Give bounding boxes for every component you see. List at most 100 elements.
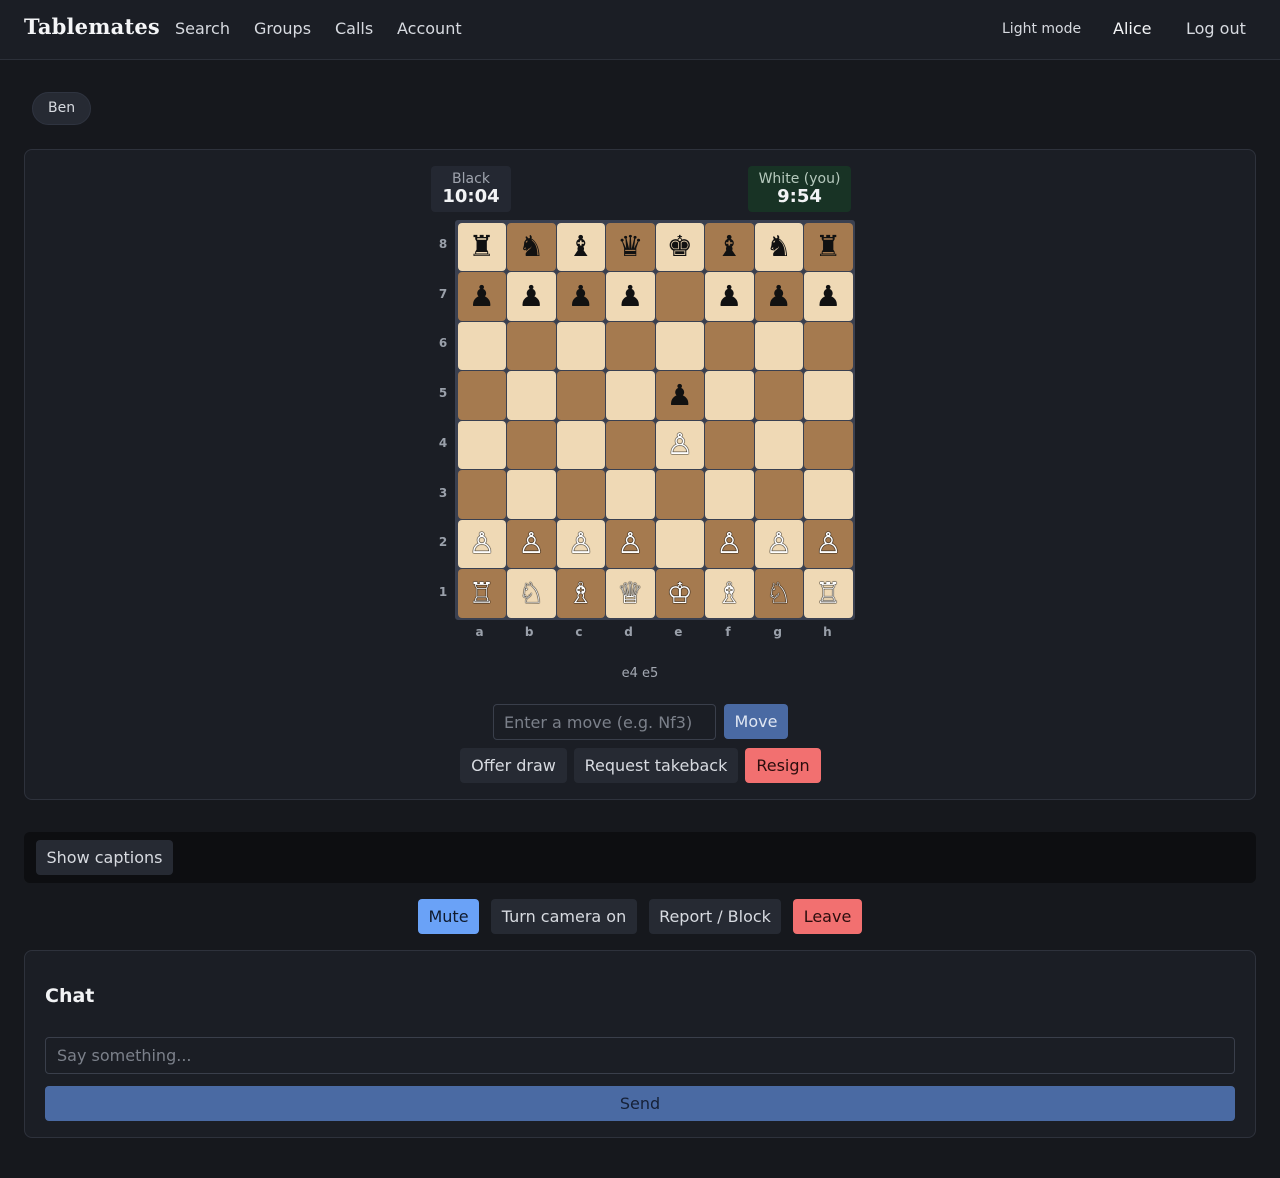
- chess-piece[interactable]: ♙: [518, 529, 544, 558]
- square-c6[interactable]: [556, 321, 605, 370]
- chess-piece[interactable]: ♙: [667, 430, 693, 459]
- square-b3[interactable]: [507, 470, 556, 519]
- square-f3[interactable]: [705, 470, 754, 519]
- resign-button[interactable]: Resign: [745, 748, 821, 783]
- chess-piece[interactable]: ♟: [716, 281, 742, 311]
- square-b5[interactable]: [507, 371, 556, 420]
- square-a6[interactable]: [457, 321, 506, 370]
- nav-search[interactable]: Search: [175, 19, 230, 38]
- chess-piece[interactable]: ♗: [568, 578, 594, 608]
- square-f7[interactable]: ♟: [705, 272, 754, 321]
- square-c5[interactable]: [556, 371, 605, 420]
- camera-toggle-button[interactable]: Turn camera on: [491, 899, 637, 934]
- chess-piece[interactable]: ♖: [469, 578, 495, 608]
- nav-groups[interactable]: Groups: [254, 19, 311, 38]
- chess-piece[interactable]: ♟: [815, 281, 841, 311]
- square-e5[interactable]: ♟: [655, 371, 704, 420]
- square-h4[interactable]: [804, 420, 853, 469]
- square-g7[interactable]: ♟: [754, 272, 803, 321]
- chess-piece[interactable]: ♙: [815, 529, 841, 558]
- chess-piece[interactable]: ♙: [617, 529, 643, 558]
- square-h5[interactable]: [804, 371, 853, 420]
- chess-piece[interactable]: ♟: [766, 281, 792, 311]
- square-e3[interactable]: [655, 470, 704, 519]
- square-h8[interactable]: ♜: [804, 222, 853, 271]
- chess-piece[interactable]: ♝: [716, 232, 742, 261]
- chess-piece[interactable]: ♗: [716, 578, 742, 608]
- square-a4[interactable]: [457, 420, 506, 469]
- report-block-button[interactable]: Report / Block: [649, 899, 781, 934]
- square-d3[interactable]: [606, 470, 655, 519]
- chess-piece[interactable]: ♘: [518, 578, 544, 608]
- square-b1[interactable]: ♘: [507, 569, 556, 618]
- chess-piece[interactable]: ♟: [667, 380, 693, 410]
- square-d4[interactable]: [606, 420, 655, 469]
- square-h3[interactable]: [804, 470, 853, 519]
- square-b7[interactable]: ♟: [507, 272, 556, 321]
- leave-call-button[interactable]: Leave: [793, 899, 862, 934]
- square-g1[interactable]: ♘: [754, 569, 803, 618]
- chess-piece[interactable]: ♙: [716, 529, 742, 558]
- square-h1[interactable]: ♖: [804, 569, 853, 618]
- offer-draw-button[interactable]: Offer draw: [460, 748, 567, 783]
- square-g5[interactable]: [754, 371, 803, 420]
- chess-piece[interactable]: ♙: [568, 529, 594, 558]
- square-g3[interactable]: [754, 470, 803, 519]
- square-b6[interactable]: [507, 321, 556, 370]
- square-c3[interactable]: [556, 470, 605, 519]
- square-d7[interactable]: ♟: [606, 272, 655, 321]
- square-g4[interactable]: [754, 420, 803, 469]
- square-f5[interactable]: [705, 371, 754, 420]
- chat-input[interactable]: [45, 1037, 1235, 1074]
- chess-piece[interactable]: ♟: [617, 281, 643, 311]
- square-d1[interactable]: ♕: [606, 569, 655, 618]
- chess-piece[interactable]: ♖: [815, 578, 841, 608]
- user-name[interactable]: Alice: [1113, 19, 1151, 38]
- chess-piece[interactable]: ♟: [518, 281, 544, 311]
- square-f4[interactable]: [705, 420, 754, 469]
- chess-piece[interactable]: ♟: [568, 281, 594, 311]
- chess-piece[interactable]: ♛: [617, 232, 643, 261]
- square-d6[interactable]: [606, 321, 655, 370]
- square-d5[interactable]: [606, 371, 655, 420]
- square-h7[interactable]: ♟: [804, 272, 853, 321]
- chess-piece[interactable]: ♞: [518, 232, 544, 261]
- request-takeback-button[interactable]: Request takeback: [574, 748, 738, 783]
- square-a2[interactable]: ♙: [457, 519, 506, 568]
- chess-piece[interactable]: ♘: [766, 578, 792, 608]
- logout-link[interactable]: Log out: [1186, 19, 1246, 38]
- square-a1[interactable]: ♖: [457, 569, 506, 618]
- square-f8[interactable]: ♝: [705, 222, 754, 271]
- square-h2[interactable]: ♙: [804, 519, 853, 568]
- square-g8[interactable]: ♞: [754, 222, 803, 271]
- nav-account[interactable]: Account: [397, 19, 462, 38]
- square-e7[interactable]: [655, 272, 704, 321]
- chess-piece[interactable]: ♟: [469, 281, 495, 311]
- square-c4[interactable]: [556, 420, 605, 469]
- square-a3[interactable]: [457, 470, 506, 519]
- mute-button[interactable]: Mute: [418, 899, 479, 934]
- send-button[interactable]: Send: [45, 1086, 1235, 1121]
- square-a8[interactable]: ♜: [457, 222, 506, 271]
- square-g2[interactable]: ♙: [754, 519, 803, 568]
- square-f2[interactable]: ♙: [705, 519, 754, 568]
- square-d8[interactable]: ♛: [606, 222, 655, 271]
- move-input[interactable]: [493, 704, 716, 740]
- square-a5[interactable]: [457, 371, 506, 420]
- square-e6[interactable]: [655, 321, 704, 370]
- chess-piece[interactable]: ♔: [667, 578, 693, 608]
- square-b4[interactable]: [507, 420, 556, 469]
- show-captions-button[interactable]: Show captions: [36, 840, 173, 875]
- square-b2[interactable]: ♙: [507, 519, 556, 568]
- square-e1[interactable]: ♔: [655, 569, 704, 618]
- square-e2[interactable]: [655, 519, 704, 568]
- square-c7[interactable]: ♟: [556, 272, 605, 321]
- light-mode-toggle[interactable]: Light mode: [1002, 21, 1081, 37]
- nav-calls[interactable]: Calls: [335, 19, 373, 38]
- square-h6[interactable]: [804, 321, 853, 370]
- square-e8[interactable]: ♚: [655, 222, 704, 271]
- square-c8[interactable]: ♝: [556, 222, 605, 271]
- square-c2[interactable]: ♙: [556, 519, 605, 568]
- chess-piece[interactable]: ♜: [469, 232, 495, 261]
- chess-piece[interactable]: ♕: [617, 578, 643, 608]
